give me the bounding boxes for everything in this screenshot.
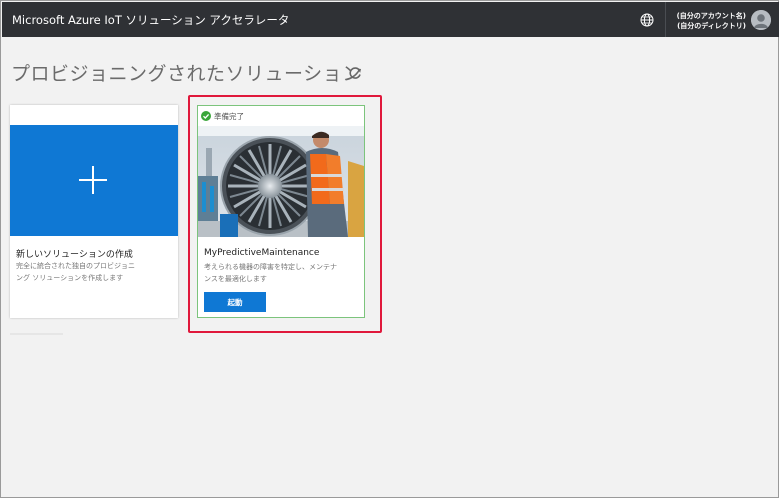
directory-name: (自分のディレクトリ) (677, 22, 746, 30)
jet-engine-photo (198, 126, 364, 237)
status-text: 準備完了 (214, 111, 244, 121)
create-solution-description-line1: 完全に統合された独自のプロビジョニ (16, 262, 135, 270)
top-bar: Microsoft Azure IoT ソリューション アクセラレータ (自分の… (2, 2, 779, 37)
app-window: Microsoft Azure IoT ソリューション アクセラレータ (自分の… (0, 0, 779, 498)
create-solution-hero[interactable] (10, 125, 178, 236)
plus-icon (79, 166, 107, 194)
globe-icon[interactable] (632, 2, 662, 37)
account-menu[interactable]: (自分のアカウント名) (自分のディレクトリ) (668, 11, 746, 31)
create-solution-title: 新しいソリューションの作成 (16, 250, 133, 260)
create-solution-description-line2: ング ソリューションを作成します (16, 274, 124, 282)
solution-description-line2: ンスを最適化します (204, 275, 267, 283)
solution-description: 考えられる機器の障害を特定し、メンテナ ンスを最適化します (204, 261, 337, 285)
check-circle-icon (201, 111, 211, 121)
solution-description-line1: 考えられる機器の障害を特定し、メンテナ (204, 263, 337, 271)
status-badge: 準備完了 (201, 110, 244, 122)
create-solution-description: 完全に統合された独自のプロビジョニ ング ソリューションを作成します (16, 260, 135, 284)
launch-button[interactable]: 起動 (204, 292, 266, 312)
provisioned-solution-card[interactable]: 準備完了 MyPredictiveMaintenance 考えられる機器の障害を… (197, 105, 365, 318)
user-avatar-icon[interactable] (751, 10, 771, 30)
page-title: プロビジョニングされたソリューション (11, 63, 362, 85)
header-divider (665, 2, 666, 37)
divider (10, 333, 63, 335)
account-name: (自分のアカウント名) (676, 12, 746, 20)
solution-title: MyPredictiveMaintenance (204, 248, 320, 258)
refresh-icon[interactable] (346, 64, 364, 82)
app-title[interactable]: Microsoft Azure IoT ソリューション アクセラレータ (12, 12, 289, 28)
create-solution-card[interactable]: 新しいソリューションの作成 完全に統合された独自のプロビジョニ ング ソリューシ… (10, 105, 178, 318)
